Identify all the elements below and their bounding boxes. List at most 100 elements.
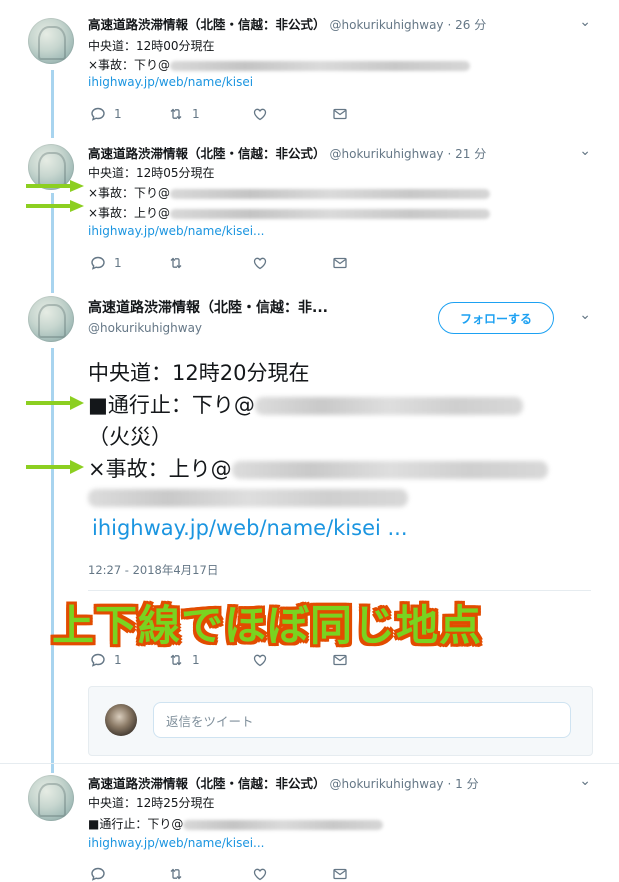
retweet-icon bbox=[170, 108, 182, 120]
tweet-text-line: ■通行止：下り@ bbox=[88, 389, 523, 419]
reply-input[interactable]: 返信をツイート bbox=[153, 702, 571, 738]
reply-icon bbox=[91, 653, 105, 667]
reply-count: 1 bbox=[114, 107, 122, 121]
tweet-header: 高速道路渋滞情報（北陸・信越：非... bbox=[88, 297, 328, 317]
dm-icon bbox=[333, 868, 347, 880]
tweet-text-line: （火災） bbox=[88, 425, 172, 449]
divider bbox=[88, 590, 591, 591]
display-name[interactable]: 高速道路渋滞情報（北陸・信越：非公式） bbox=[88, 776, 326, 791]
chevron-down-icon[interactable]: ⌄ bbox=[579, 307, 591, 323]
retweet-icon bbox=[170, 654, 182, 666]
display-name[interactable]: 高速道路渋滞情報（北陸・信越：非... bbox=[88, 300, 328, 316]
like-icon bbox=[253, 868, 267, 881]
tweet-text-line: ×事故：下り@ bbox=[88, 184, 491, 201]
tweet-actions: 1 1 bbox=[90, 106, 390, 122]
tweet-text-line: ×事故：下り@ bbox=[88, 56, 471, 73]
blurred-text bbox=[88, 489, 408, 507]
arrow-icon bbox=[26, 200, 84, 212]
dm-icon bbox=[333, 654, 347, 666]
retweet-count: 1 bbox=[192, 653, 200, 667]
blurred-text bbox=[170, 60, 471, 71]
tweet-text-line: ■通行止：下り@ bbox=[88, 815, 384, 832]
handle[interactable]: @hokurikuhighway bbox=[88, 321, 202, 335]
avatar[interactable] bbox=[28, 775, 74, 821]
like-icon bbox=[253, 108, 267, 121]
like-button[interactable] bbox=[252, 255, 268, 271]
dm-icon bbox=[333, 257, 347, 269]
tweet-link[interactable]: ihighway.jp/web/name/kisei... bbox=[88, 224, 265, 238]
tweet-text-line bbox=[88, 485, 408, 509]
tweet-link[interactable]: ihighway.jp/web/name/kisei bbox=[88, 75, 253, 89]
reply-icon bbox=[91, 107, 105, 121]
tweet-text-line: 中央道：12時00分現在 bbox=[88, 39, 215, 53]
retweet-icon bbox=[170, 868, 182, 880]
retweet-button[interactable]: 1 bbox=[168, 652, 200, 668]
blurred-text bbox=[254, 397, 523, 415]
avatar[interactable] bbox=[28, 296, 74, 342]
arrow-icon bbox=[26, 180, 84, 192]
overlay-annotation: 上下線でほぼ同じ地点 bbox=[52, 601, 483, 650]
like-button[interactable] bbox=[252, 106, 268, 122]
timestamp[interactable]: · 26 分 bbox=[448, 18, 487, 32]
handle[interactable]: @hokurikuhighway bbox=[330, 147, 444, 161]
display-name[interactable]: 高速道路渋滞情報（北陸・信越：非公式） bbox=[88, 146, 326, 161]
blurred-text bbox=[170, 188, 491, 199]
tweet-timestamp[interactable]: 12:27 - 2018年4月17日 bbox=[88, 562, 218, 578]
blurred-text bbox=[183, 819, 384, 830]
timestamp[interactable]: · 1 分 bbox=[448, 777, 479, 791]
chevron-down-icon[interactable]: ⌄ bbox=[579, 143, 591, 159]
dm-button[interactable] bbox=[332, 106, 348, 122]
retweet-icon bbox=[170, 257, 182, 269]
reply-icon bbox=[91, 867, 105, 881]
arrow-icon bbox=[26, 396, 84, 410]
like-button[interactable] bbox=[252, 652, 268, 668]
reply-composer: 返信をツイート bbox=[88, 686, 593, 756]
tweet-text-line: 中央道：12時25分現在 bbox=[88, 796, 215, 810]
dm-button[interactable] bbox=[332, 255, 348, 271]
chevron-down-icon[interactable]: ⌄ bbox=[579, 14, 591, 30]
dm-icon bbox=[333, 108, 347, 120]
tweet-header: 高速道路渋滞情報（北陸・信越：非公式） @hokurikuhighway · 2… bbox=[88, 14, 486, 33]
dm-button[interactable] bbox=[332, 652, 348, 668]
tweet-link[interactable]: ihighway.jp/web/name/kisei... bbox=[88, 836, 265, 850]
retweet-count: 1 bbox=[192, 107, 200, 121]
handle[interactable]: @hokurikuhighway bbox=[330, 777, 444, 791]
chevron-down-icon[interactable]: ⌄ bbox=[579, 773, 591, 789]
tweet-header: 高速道路渋滞情報（北陸・信越：非公式） @hokurikuhighway · 1… bbox=[88, 773, 479, 792]
display-name[interactable]: 高速道路渋滞情報（北陸・信越：非公式） bbox=[88, 17, 326, 32]
reply-button[interactable] bbox=[90, 866, 106, 882]
tweet-actions: 1 bbox=[90, 255, 390, 271]
handle[interactable]: @hokurikuhighway bbox=[330, 18, 444, 32]
retweet-button[interactable]: 1 bbox=[168, 106, 200, 122]
thread-line bbox=[51, 70, 54, 138]
reply-button[interactable]: 1 bbox=[90, 106, 122, 122]
user-avatar bbox=[105, 704, 137, 736]
avatar[interactable] bbox=[28, 18, 74, 64]
blurred-text bbox=[170, 208, 491, 219]
tweet-text-line: ×事故：上り@ bbox=[88, 453, 548, 483]
reply-button[interactable]: 1 bbox=[90, 255, 122, 271]
tweet-link[interactable]: ihighway.jp/web/name/kisei ... bbox=[92, 516, 408, 540]
divider bbox=[0, 763, 619, 764]
reply-count: 1 bbox=[114, 256, 122, 270]
arrow-icon bbox=[26, 460, 84, 474]
tweet-text-line: ×事故：上り@ bbox=[88, 204, 491, 221]
timestamp[interactable]: · 21 分 bbox=[448, 147, 487, 161]
tweet-header: 高速道路渋滞情報（北陸・信越：非公式） @hokurikuhighway · 2… bbox=[88, 143, 486, 162]
retweet-button[interactable] bbox=[168, 866, 184, 882]
like-button[interactable] bbox=[252, 866, 268, 882]
blurred-text bbox=[231, 461, 548, 479]
tweet-text-line: 中央道：12時20分現在 bbox=[88, 361, 310, 385]
dm-button[interactable] bbox=[332, 866, 348, 882]
reply-button[interactable]: 1 bbox=[90, 652, 122, 668]
tweet-text-line: 中央道：12時05分現在 bbox=[88, 166, 215, 180]
like-icon bbox=[253, 654, 267, 667]
retweet-button[interactable] bbox=[168, 255, 184, 271]
handle-row: @hokurikuhighway bbox=[88, 320, 202, 335]
reply-count: 1 bbox=[114, 653, 122, 667]
like-icon bbox=[253, 257, 267, 270]
tweet-actions bbox=[90, 866, 390, 882]
reply-icon bbox=[91, 256, 105, 270]
follow-button[interactable]: フォローする bbox=[438, 302, 554, 334]
tweet-actions: 1 1 bbox=[90, 652, 390, 668]
